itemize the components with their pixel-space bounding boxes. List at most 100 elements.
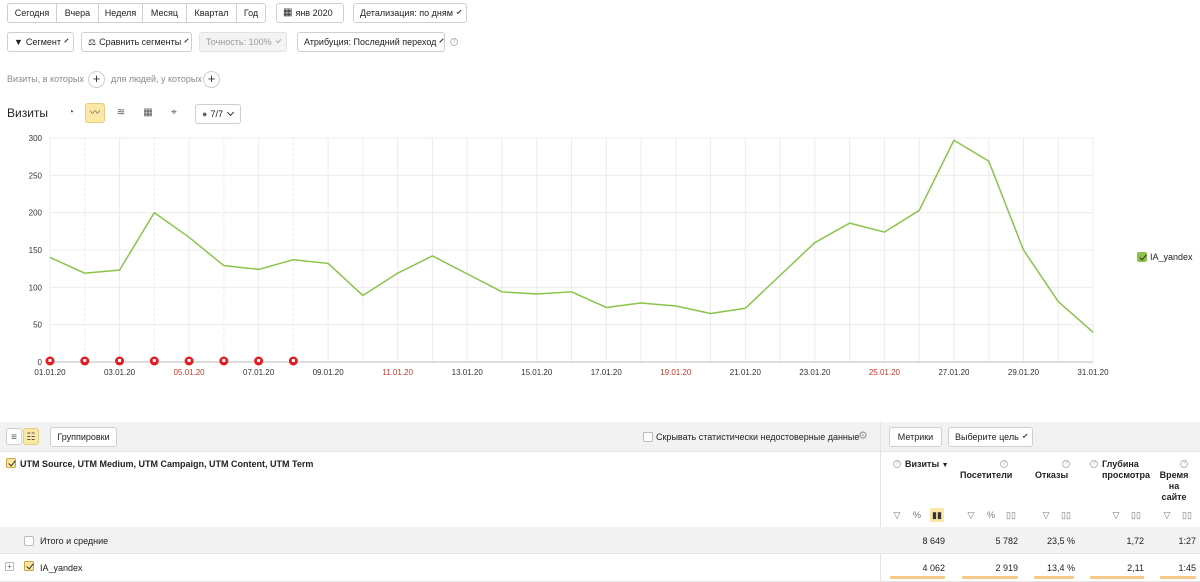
percent-icon[interactable]: %	[910, 508, 924, 522]
percent-icon[interactable]: %	[984, 508, 998, 522]
chevron-down-icon	[439, 38, 445, 43]
depth-share-bar	[1090, 576, 1144, 579]
x-tick-label: 21.01.20	[730, 368, 762, 377]
bar-chart-icon[interactable]: ▮▮	[930, 508, 944, 522]
col-visits-header[interactable]: Визиты ▼	[905, 459, 949, 471]
table-row[interactable]: + IA_yandex 4 062 2 919 13,4 % 2,11 1:45	[0, 554, 1200, 582]
table-toolbar: ≡ ☷ Группировки Скрывать статистически н…	[0, 422, 1200, 452]
annotations-count: 7/7	[210, 109, 223, 119]
filter-icon[interactable]: ▽	[1039, 508, 1053, 522]
annotation-marker[interactable]	[115, 356, 125, 366]
annotation-marker[interactable]	[80, 356, 90, 366]
filter-icon[interactable]: ▽	[1160, 508, 1174, 522]
filter-icon[interactable]: ▽	[964, 508, 978, 522]
visits-column-tools: ▽% ▮▮	[890, 508, 944, 522]
col-depth-header[interactable]: Глубина просмотра	[1102, 459, 1150, 481]
y-tick-label: 0	[38, 358, 43, 367]
help-icon[interactable]: ?	[1000, 460, 1008, 468]
annotations-button[interactable]: ● 7/7	[195, 104, 241, 124]
annotation-marker[interactable]	[254, 356, 264, 366]
annotation-marker[interactable]	[184, 356, 194, 366]
compare-label: Сравнить сегменты	[99, 37, 182, 47]
chevron-down-icon	[275, 37, 282, 44]
goal-dropdown[interactable]: Выберите цель	[948, 427, 1033, 447]
legend-checkbox[interactable]	[1137, 252, 1147, 262]
accuracy-button[interactable]: Точность: 100%	[199, 32, 287, 52]
time-share-bar	[1160, 576, 1196, 579]
help-icon[interactable]: ?	[1090, 460, 1098, 468]
add-people-filter-button[interactable]: +	[203, 71, 220, 88]
annotation-marker[interactable]	[45, 356, 55, 366]
attribution-label: Атрибуция: Последний переход	[304, 37, 437, 47]
add-visit-filter-button[interactable]: +	[88, 71, 105, 88]
tree-view-icon[interactable]: ☷	[23, 428, 39, 445]
gear-icon[interactable]: ⚙	[858, 429, 868, 442]
chevron-down-icon	[226, 108, 234, 117]
tab-quarter[interactable]: Квартал	[187, 3, 237, 23]
bar-chart-icon[interactable]: ▯▯	[1129, 508, 1143, 522]
col-time-header[interactable]: Время на сайте	[1159, 470, 1189, 503]
list-view-icon[interactable]: ≡	[6, 428, 22, 445]
tab-year[interactable]: Год	[237, 3, 266, 23]
chart-legend[interactable]: IA_yandex	[1137, 252, 1193, 262]
hide-unreliable-checkbox[interactable]	[643, 432, 653, 442]
calendar-icon: ▦	[283, 7, 293, 18]
detail-dropdown[interactable]: Детализация: по дням	[353, 3, 467, 23]
bar-chart-icon[interactable]: ▯▯	[1059, 508, 1073, 522]
compare-segments-button[interactable]: ⚖ Сравнить сегменты	[81, 32, 192, 52]
bar-chart-icon[interactable]: ▯▯	[1004, 508, 1018, 522]
time-column-tools: ▽ ▯▯	[1160, 508, 1194, 522]
filter-icon[interactable]: ▽	[890, 508, 904, 522]
x-tick-label: 15.01.20	[521, 368, 553, 377]
y-tick-label: 250	[29, 171, 43, 180]
groupings-button[interactable]: Группировки	[50, 427, 117, 447]
tab-yesterday[interactable]: Вчера	[57, 3, 99, 23]
chevron-down-icon	[456, 9, 462, 14]
stack-icon[interactable]: ≋	[111, 103, 131, 123]
metrics-button[interactable]: Метрики	[889, 427, 942, 447]
legend-label: IA_yandex	[1150, 252, 1193, 262]
detail-label: Детализация: по дням	[360, 8, 453, 18]
x-tick-label: 01.01.20	[34, 368, 66, 377]
bar-chart-icon[interactable]: ▯▯	[1180, 508, 1194, 522]
row-checkbox[interactable]	[24, 561, 34, 571]
col-bounce-header[interactable]: Отказы	[1035, 470, 1068, 481]
date-range-label: янв 2020	[295, 8, 333, 18]
annotation-marker[interactable]	[288, 356, 298, 366]
row-label: IA_yandex	[40, 563, 83, 573]
filter-visits-label: Визиты, в которых	[7, 74, 84, 84]
row-depth: 2,11	[1127, 563, 1144, 573]
help-icon[interactable]: ?	[1062, 460, 1070, 468]
total-bounce: 23,5 %	[1046, 536, 1075, 546]
x-tick-label: 27.01.20	[938, 368, 970, 377]
annotation-marker[interactable]	[149, 356, 159, 366]
line-icon[interactable]: 〰	[85, 103, 105, 123]
tab-month[interactable]: Месяц	[143, 3, 187, 23]
total-visits: 8 649	[922, 536, 945, 546]
pie-icon[interactable]: ◔	[61, 103, 81, 123]
help-icon[interactable]: ?	[1180, 460, 1188, 468]
help-icon[interactable]: ?	[893, 460, 901, 468]
grid-icon[interactable]: ▦	[138, 103, 158, 123]
x-tick-label: 13.01.20	[452, 368, 484, 377]
segment-button[interactable]: ▼ Сегмент	[7, 32, 74, 52]
segment-label: Сегмент	[25, 37, 61, 47]
dimension-checkbox[interactable]	[6, 458, 16, 468]
map-pin-icon[interactable]: ⌖	[164, 103, 184, 123]
comment-icon: ●	[202, 109, 208, 119]
annotation-marker[interactable]	[219, 356, 229, 366]
date-range-button[interactable]: ▦ янв 2020	[276, 3, 344, 23]
tab-today[interactable]: Сегодня	[7, 3, 57, 23]
help-icon[interactable]: ?	[450, 38, 458, 46]
expand-icon[interactable]: +	[5, 562, 14, 571]
y-tick-label: 300	[29, 134, 43, 143]
col-visitors-header[interactable]: Посетители	[960, 470, 1012, 481]
dimension-header[interactable]: UTM Source, UTM Medium, UTM Campaign, UT…	[20, 459, 313, 470]
attribution-dropdown[interactable]: Атрибуция: Последний переход	[297, 32, 445, 52]
chevron-down-icon	[1022, 432, 1028, 439]
filter-icon[interactable]: ▽	[1109, 508, 1123, 522]
depth-column-tools: ▽ ▯▯	[1109, 508, 1143, 522]
tab-week[interactable]: Неделя	[99, 3, 143, 23]
filter-people-label: для людей, у которых	[111, 74, 202, 84]
total-row-checkbox[interactable]	[24, 536, 34, 546]
